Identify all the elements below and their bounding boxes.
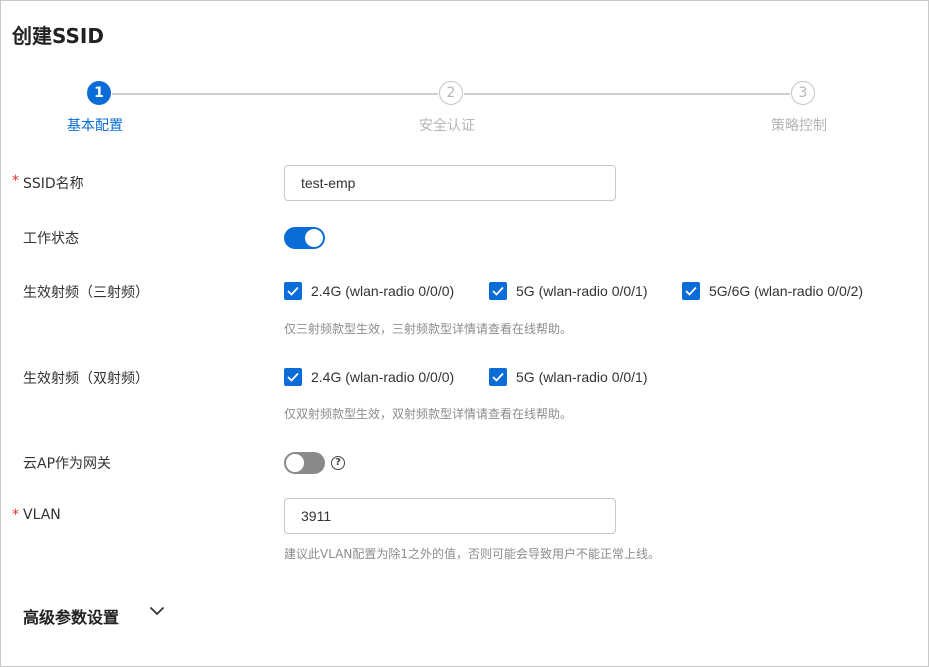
step-3-indicator[interactable]: 3	[791, 81, 815, 105]
work-status-toggle[interactable]	[284, 227, 325, 249]
step-connector	[112, 93, 438, 95]
radio-dual-label: 生效射频（双射频）	[23, 371, 149, 387]
checkbox-label: 2.4G (wlan-radio 0/0/0)	[311, 283, 455, 299]
work-status-label: 工作状态	[23, 231, 79, 247]
chevron-down-icon[interactable]	[149, 605, 165, 617]
checkbox-checked-icon	[284, 368, 302, 386]
radio-tri-option-2-checkbox[interactable]: 5G/6G (wlan-radio 0/0/2)	[682, 282, 863, 300]
step-1-label: 基本配置	[67, 118, 123, 134]
radio-dual-option-1-checkbox[interactable]: 5G (wlan-radio 0/0/1)	[489, 368, 648, 386]
vlan-input[interactable]	[284, 498, 616, 534]
radio-tri-option-0-checkbox[interactable]: 2.4G (wlan-radio 0/0/0)	[284, 282, 454, 300]
vlan-hint: 建议此VLAN配置为除1之外的值，否则可能会导致用户不能正常上线。	[284, 547, 660, 561]
toggle-knob	[286, 454, 304, 472]
toggle-knob	[305, 229, 323, 247]
step-3-label: 策略控制	[771, 118, 827, 134]
radio-dual-hint: 仅双射频款型生效，双射频款型详情请查看在线帮助。	[284, 407, 573, 421]
page-title: 创建SSID	[12, 24, 104, 48]
help-icon[interactable]: ?	[331, 456, 345, 470]
radio-tri-label: 生效射频（三射频）	[23, 285, 149, 301]
checkbox-checked-icon	[284, 282, 302, 300]
checkbox-label: 5G (wlan-radio 0/0/1)	[516, 369, 648, 385]
step-2-label: 安全认证	[419, 118, 475, 134]
ssid-name-label: SSID名称	[23, 176, 84, 192]
checkbox-checked-icon	[489, 282, 507, 300]
radio-tri-hint: 仅三射频款型生效，三射频款型详情请查看在线帮助。	[284, 322, 573, 336]
cloud-ap-gateway-toggle[interactable]	[284, 452, 325, 474]
checkbox-checked-icon	[489, 368, 507, 386]
checkbox-checked-icon	[682, 282, 700, 300]
vlan-label: VLAN	[23, 507, 61, 523]
checkbox-label: 5G/6G (wlan-radio 0/0/2)	[709, 283, 864, 299]
required-mark: *	[12, 173, 19, 189]
create-ssid-panel: 创建SSID 1 2 3 基本配置 安全认证 策略控制 * SSID名称 工作状…	[0, 0, 929, 667]
advanced-settings-toggle[interactable]: 高级参数设置	[23, 604, 119, 628]
step-2-indicator[interactable]: 2	[439, 81, 463, 105]
radio-dual-option-0-checkbox[interactable]: 2.4G (wlan-radio 0/0/0)	[284, 368, 454, 386]
cloud-ap-gateway-label: 云AP作为网关	[23, 456, 112, 472]
required-mark: *	[12, 507, 19, 523]
step-1-indicator[interactable]: 1	[87, 81, 111, 105]
step-connector	[464, 93, 790, 95]
checkbox-label: 5G (wlan-radio 0/0/1)	[516, 283, 648, 299]
checkbox-label: 2.4G (wlan-radio 0/0/0)	[311, 369, 455, 385]
radio-tri-option-1-checkbox[interactable]: 5G (wlan-radio 0/0/1)	[489, 282, 648, 300]
ssid-name-input[interactable]	[284, 165, 616, 201]
